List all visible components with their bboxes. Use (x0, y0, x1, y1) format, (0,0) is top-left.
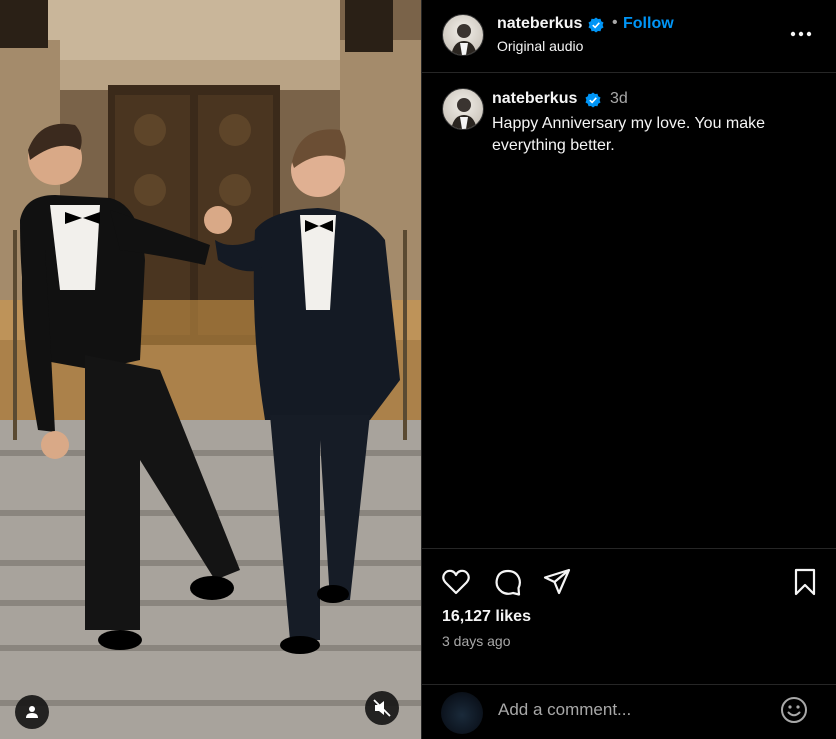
verified-badge-icon (585, 92, 601, 108)
more-options-icon (790, 31, 812, 37)
comment-icon (495, 569, 521, 596)
avatar-image (451, 98, 477, 129)
follow-button[interactable]: Follow (623, 15, 674, 33)
caption-author-avatar[interactable] (442, 88, 484, 130)
emoji-icon (781, 697, 807, 723)
caption-text: Happy Anniversary my love. You make ever… (492, 115, 766, 154)
verified-badge-icon (588, 17, 604, 33)
instagram-post: nateberkus • Follow Original audio nateb… (0, 0, 836, 739)
separator-dot: • (612, 14, 618, 31)
author-username[interactable]: nateberkus (497, 15, 582, 33)
like-button[interactable] (440, 566, 472, 598)
caption-block: nateberkus 3d Happy Anniversary my love.… (422, 74, 836, 548)
audio-link[interactable]: Original audio (497, 38, 583, 54)
like-count[interactable]: 16,127 likes (442, 608, 531, 626)
post-media[interactable] (0, 0, 421, 739)
action-bar: 16,127 likes 3 days ago (422, 548, 836, 684)
share-icon (543, 568, 571, 595)
mute-button[interactable] (365, 691, 399, 725)
user-tag-icon (26, 706, 38, 718)
comment-bar (422, 684, 836, 739)
share-button[interactable] (541, 566, 573, 598)
tag-button[interactable] (15, 695, 49, 729)
bookmark-icon (794, 568, 816, 596)
muted-speaker-icon (373, 699, 391, 717)
post-date[interactable]: 3 days ago (442, 633, 511, 649)
caption-author-username[interactable]: nateberkus (492, 90, 577, 108)
post-header: nateberkus • Follow Original audio (422, 0, 836, 73)
post-photo (0, 0, 421, 739)
caption-timestamp[interactable]: 3d (610, 90, 628, 108)
more-options-button[interactable] (786, 22, 816, 46)
avatar-image (451, 24, 477, 55)
post-side-panel: nateberkus • Follow Original audio nateb… (421, 0, 836, 739)
author-avatar[interactable] (442, 14, 484, 56)
viewer-avatar (441, 692, 483, 734)
save-button[interactable] (789, 566, 821, 598)
emoji-button[interactable] (778, 694, 810, 726)
comment-button[interactable] (492, 566, 524, 598)
heart-icon (442, 569, 470, 595)
comment-input[interactable] (498, 695, 768, 725)
